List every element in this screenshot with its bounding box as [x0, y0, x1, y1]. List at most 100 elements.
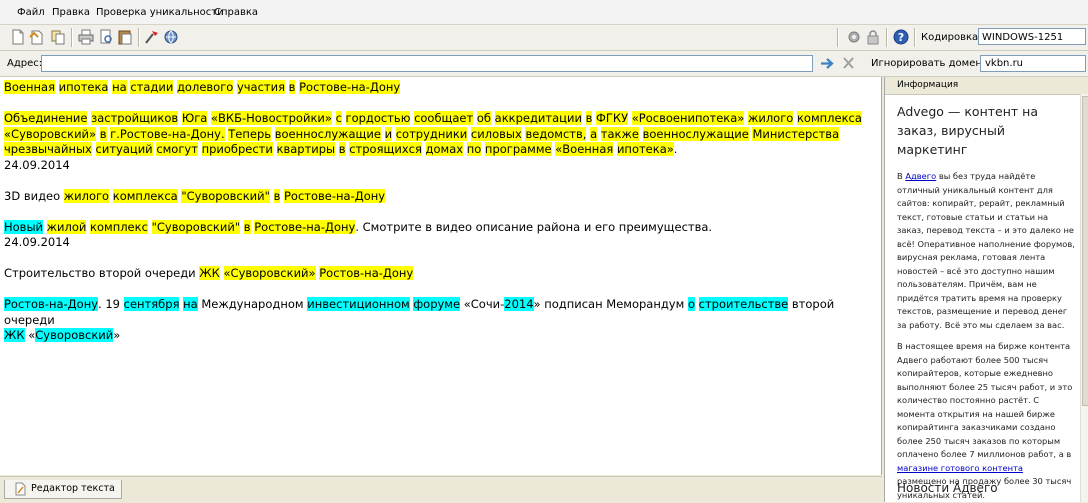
matched-word: «Суворовский» [4, 126, 97, 141]
address-label: Адрес: [7, 58, 43, 69]
document-line: Ростов-на-Дону. 19 сентября на Междунаро… [4, 297, 881, 328]
plain-text [332, 111, 336, 125]
plain-text [198, 142, 202, 156]
matched-word: комплекса [112, 188, 178, 203]
matched-word: также [600, 126, 639, 141]
web-icon[interactable] [163, 29, 179, 45]
plain-text: 24.09.2014 [4, 235, 70, 249]
lock-icon[interactable] [865, 29, 881, 45]
matched-word: долевого [176, 80, 234, 94]
advego-link[interactable]: Адвего [905, 171, 936, 181]
matched-word: «Суворовский» [223, 266, 316, 280]
info-text: В настоящее время на бирже контента Адве… [897, 341, 1073, 459]
toolbar-separator [837, 28, 839, 47]
matched-word: в [243, 219, 251, 234]
info-paragraph: В настоящее время на бирже контента Адве… [897, 340, 1075, 502]
plain-text: «Сочи- [460, 297, 505, 311]
plain-text: 3D видео [4, 188, 64, 203]
highlighted-word: на [183, 297, 198, 311]
matched-word: военнослужащие [274, 126, 381, 141]
content-shop-link[interactable]: магазине готового контента [897, 463, 1023, 473]
info-scrollbar[interactable] [1080, 94, 1088, 502]
plain-text: . 19 [98, 297, 124, 311]
matched-word: на [112, 80, 127, 94]
clear-icon[interactable] [842, 56, 855, 70]
matched-word: жилого [748, 111, 794, 125]
matched-word: приобрести [201, 142, 273, 156]
matched-word: "Суворовский" [151, 219, 241, 234]
info-panel-header: Информация [885, 77, 1088, 95]
print-icon[interactable] [78, 29, 94, 45]
toolbar-separator [914, 28, 916, 47]
open-document-icon[interactable] [29, 29, 45, 45]
go-arrow-icon[interactable] [820, 56, 836, 71]
highlighted-word: Новый [4, 219, 44, 234]
matched-word: Юга [181, 111, 208, 125]
document-edit-icon [15, 482, 26, 496]
menu-edit[interactable]: Правка [52, 7, 90, 18]
check-icon[interactable] [144, 29, 160, 45]
matched-word: Ростове-на-Дону [254, 219, 356, 234]
news-title: Новости Адвего [897, 481, 998, 495]
matched-word: об [476, 111, 491, 125]
plain-text: « [24, 328, 36, 342]
scrollbar-thumb[interactable] [1082, 96, 1088, 406]
new-document-icon[interactable] [10, 29, 26, 45]
tab-text-editor[interactable]: Редактор текста [4, 480, 122, 499]
matched-word: сообщает [414, 111, 474, 125]
matched-word: стадии [130, 80, 174, 94]
matched-word: строящихся [349, 142, 422, 156]
print-preview-icon[interactable] [98, 29, 114, 45]
paste-icon[interactable] [117, 29, 133, 45]
copy-icon[interactable] [50, 29, 66, 45]
plain-text [342, 111, 346, 125]
matched-word: гордостью [345, 111, 411, 125]
highlighted-word: Ростов-на-Дону [4, 297, 99, 311]
matched-word: Ростове-на-Дону [284, 188, 386, 203]
matched-word: Теперь [228, 126, 272, 141]
toolbar-separator [886, 28, 888, 47]
matched-word: «ВКБ-Новостройки» [210, 111, 332, 125]
matched-word: жилого [63, 188, 110, 203]
menu-help[interactable]: Справка [214, 7, 258, 18]
matched-word: военнослужащие [642, 126, 749, 141]
document-line: Военная ипотека на стадии долевого участ… [4, 80, 881, 96]
plain-text [273, 142, 277, 156]
matched-word: Военная [4, 80, 56, 94]
encoding-select[interactable]: WINDOWS-1251 [978, 28, 1086, 45]
settings-icon[interactable] [846, 29, 862, 45]
highlighted-word: строительстве [698, 297, 789, 311]
info-panel: Информация Advego — контент на заказ, ви… [884, 77, 1088, 502]
document-line: «Суворовский» в г.Ростове-на-Дону. Тепер… [4, 126, 881, 143]
plain-text: Строительство второй очереди [4, 266, 200, 280]
address-input[interactable] [41, 55, 813, 72]
document-line: Новый жилой комплекс "Суворовский" в Рос… [4, 219, 881, 236]
matched-word: в [99, 126, 107, 141]
matched-word: силовых [470, 126, 522, 141]
matched-word: жилой [46, 219, 87, 234]
menu-file[interactable]: Файл [17, 7, 45, 18]
matched-word: с [335, 111, 342, 125]
menu-uniqueness-check[interactable]: Проверка уникальности [96, 7, 224, 18]
text-editor[interactable]: Военная ипотека на стадии долевого участ… [0, 77, 882, 475]
plain-text: » подписан Меморандум [533, 297, 688, 311]
matched-word: застройщиков [91, 111, 179, 125]
toolbar-separator [71, 28, 73, 47]
ignore-domains-input[interactable]: vkbn.ru [980, 55, 1086, 72]
matched-word: ипотека» [616, 142, 674, 156]
matched-word: участия [236, 80, 286, 94]
matched-word: смогут [156, 142, 198, 156]
matched-word: комплекс [90, 219, 148, 234]
help-icon[interactable]: ? [893, 29, 909, 45]
ignore-domains-label: Игнорировать домены: [871, 58, 994, 69]
matched-word: «Росвоенипотека» [631, 111, 745, 125]
matched-word: "Суворовский" [181, 188, 270, 203]
matched-word: аккредитации [494, 111, 582, 125]
plain-text: Международном [197, 297, 308, 311]
matched-word: и [384, 126, 393, 141]
matched-word: ведомств, [525, 126, 587, 141]
matched-word: комплекса [796, 111, 862, 125]
